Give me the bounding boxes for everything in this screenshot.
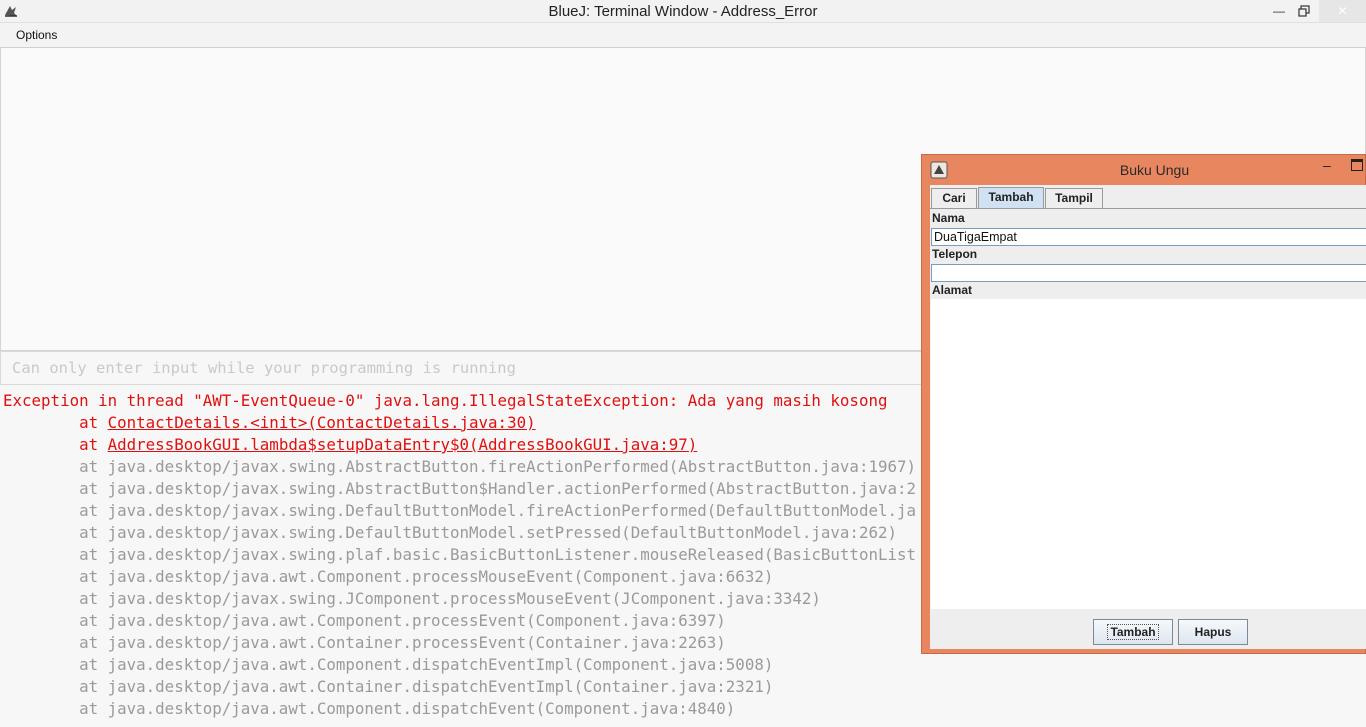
stack-trace-line: at java.desktop/java.awt.Component.proce… [3,611,726,630]
title-bar: BlueJ: Terminal Window - Address_Error —… [0,0,1366,23]
stack-link-contactdetails[interactable]: ContactDetails.<init>(ContactDetails.jav… [108,413,536,432]
stack-trace-line: at java.desktop/java.awt.Component.dispa… [3,699,736,718]
stack-trace-line: at java.desktop/javax.swing.DefaultButto… [3,501,917,520]
dialog-title-bar[interactable]: Buku Ungu – [922,155,1366,185]
tambah-button[interactable]: Tambah [1093,619,1173,645]
error-line-at-addressbookgui: at AddressBookGUI.lambda$setupDataEntry$… [3,435,698,454]
stack-trace-line: at java.desktop/javax.swing.DefaultButto… [3,523,897,542]
error-line-exception: Exception in thread "AWT-EventQueue-0" j… [3,391,888,410]
stack-trace-line: at java.desktop/java.awt.Container.proce… [3,633,726,652]
tab-tambah[interactable]: Tambah [978,187,1044,209]
alamat-textarea[interactable] [931,299,1366,609]
menu-options[interactable]: Options [16,28,57,42]
stack-trace-line: at java.desktop/java.awt.Component.proce… [3,567,774,586]
dialog-content: Cari Tambah Tampil Nama DuaTigaEmpat Tel… [930,185,1366,649]
stack-trace-line: at java.desktop/java.awt.Component.dispa… [3,655,774,674]
restore-button[interactable] [1292,0,1316,22]
alamat-label: Alamat [932,283,973,297]
stack-link-addressbookgui[interactable]: AddressBookGUI.lambda$setupDataEntry$0(A… [108,435,698,454]
window-title: BlueJ: Terminal Window - Address_Error [548,3,818,20]
dialog-minimize-button[interactable]: – [1323,157,1331,173]
tambah-button-label: Tambah [1107,624,1159,640]
buku-ungu-dialog: Buku Ungu – Cari Tambah Tampil Nama DuaT… [921,154,1366,654]
minimize-icon: — [1273,4,1285,18]
close-button[interactable]: ✕ [1319,0,1366,22]
dialog-maximize-button[interactable] [1351,159,1363,171]
stack-trace-line: at java.desktop/javax.swing.AbstractButt… [3,457,917,476]
minimize-button[interactable]: — [1268,0,1290,22]
telepon-label: Telepon [932,247,978,261]
menu-bar: Options [0,23,1366,48]
stack-trace-line: at java.desktop/javax.swing.AbstractButt… [3,479,917,498]
nama-label: Nama [932,211,965,225]
tab-tampil[interactable]: Tampil [1045,188,1103,208]
tab-cari[interactable]: Cari [931,188,977,208]
nama-field[interactable]: DuaTigaEmpat [931,228,1366,246]
close-icon: ✕ [1337,4,1348,18]
error-line-at-contactdetails: at ContactDetails.<init>(ContactDetails.… [3,413,536,432]
tambah-panel: Nama DuaTigaEmpat Telepon Alamat [930,208,1366,649]
restore-icon [1298,5,1310,17]
telepon-field[interactable] [931,264,1366,282]
input-placeholder: Can only enter input while your programm… [12,359,516,377]
stack-trace-line: at java.desktop/javax.swing.plaf.basic.B… [3,545,917,564]
dialog-title: Buku Ungu [1119,162,1190,178]
stack-trace-line: at java.desktop/javax.swing.JComponent.p… [3,589,821,608]
stack-trace-line: at java.desktop/java.awt.Container.dispa… [3,677,774,696]
hapus-button[interactable]: Hapus [1178,619,1248,645]
